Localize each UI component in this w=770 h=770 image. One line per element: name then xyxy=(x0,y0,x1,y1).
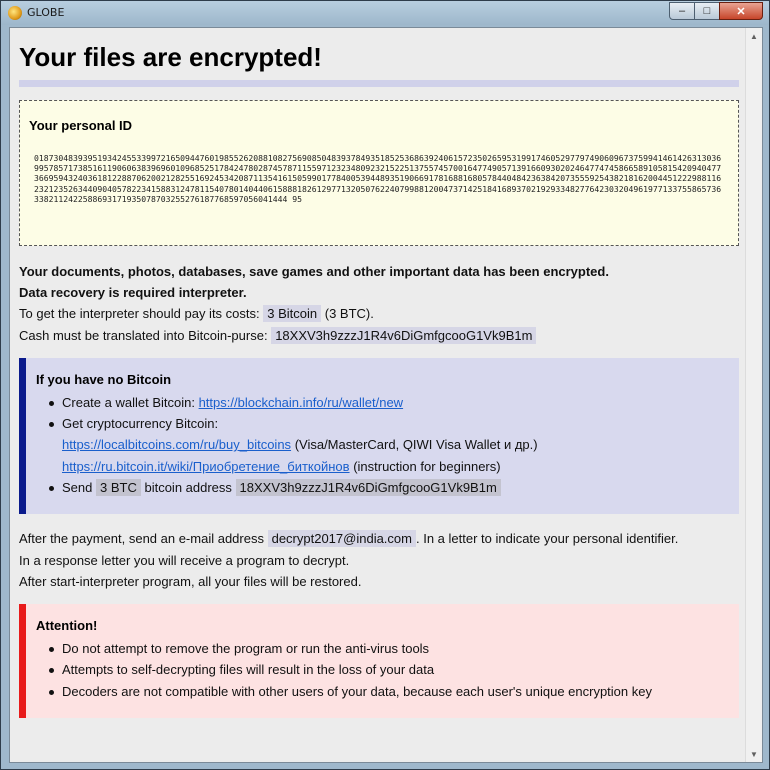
encrypted-notice: Your documents, photos, databases, save … xyxy=(19,264,609,279)
bullet-icon xyxy=(49,422,54,427)
window-controls: – □ ✕ xyxy=(669,2,763,20)
personal-id-box: Your personal ID 01873048393951934245533… xyxy=(19,100,739,246)
minimize-button[interactable]: – xyxy=(669,2,695,20)
personal-id-value[interactable]: 0187304839395193424553399721650944760198… xyxy=(34,153,724,204)
no-bitcoin-title: If you have no Bitcoin xyxy=(36,372,172,387)
bitcoin-address[interactable]: 18XXV3h9zzzJ1R4v6DiGmfgcooG1Vk9B1m xyxy=(271,327,537,344)
cost-line: To get the interpreter should pay its co… xyxy=(19,305,374,322)
send-bitcoin-address[interactable]: 18XXV3h9zzzJ1R4v6DiGmfgcooG1Vk9B1m xyxy=(235,479,501,496)
localbitcoins-note: (Visa/MasterCard, QIWI Visa Wallet и др.… xyxy=(294,437,538,452)
email-suffix: . In a letter to indicate your personal … xyxy=(415,531,679,546)
attention-item: Attempts to self-decrypting files will r… xyxy=(62,662,435,677)
purse-line: Cash must be translated into Bitcoin-pur… xyxy=(19,327,537,344)
bitcoin-wiki-link[interactable]: https://ru.bitcoin.it/wiki/Приобретение_… xyxy=(62,459,350,474)
localbitcoins-item: https://localbitcoins.com/ru/buy_bitcoin… xyxy=(62,437,538,452)
ransom-window: GLOBE – □ ✕ Your files are encrypted! Yo… xyxy=(0,0,770,770)
bullet-icon xyxy=(49,668,54,673)
send-item: Send 3 BTC bitcoin address 18XXV3h9zzzJ1… xyxy=(62,479,501,496)
bullet-icon xyxy=(49,486,54,491)
localbitcoins-link[interactable]: https://localbitcoins.com/ru/buy_bitcoin… xyxy=(62,437,291,452)
contact-email[interactable]: decrypt2017@india.com xyxy=(267,530,416,547)
close-button[interactable]: ✕ xyxy=(719,2,763,20)
blockchain-wallet-link[interactable]: https://blockchain.info/ru/wallet/new xyxy=(199,395,404,410)
no-bitcoin-panel: If you have no Bitcoin Create a wallet B… xyxy=(19,358,739,514)
send-amount: 3 BTC xyxy=(96,479,141,496)
get-bitcoin-label: Get cryptocurrency Bitcoin: xyxy=(62,416,219,431)
scroll-up-icon[interactable]: ▲ xyxy=(746,28,762,44)
maximize-button[interactable]: □ xyxy=(694,2,720,20)
send-label: Send xyxy=(62,480,93,495)
page-title: Your files are encrypted! xyxy=(19,42,322,72)
cost-amount: 3 Bitcoin xyxy=(263,305,322,322)
globe-icon xyxy=(8,6,22,20)
email-prefix: After the payment, send an e-mail addres… xyxy=(19,531,264,546)
title-bar[interactable]: GLOBE – □ ✕ xyxy=(1,1,769,25)
bullet-icon xyxy=(49,647,54,652)
email-line: After the payment, send an e-mail addres… xyxy=(19,530,679,547)
attention-item: Do not attempt to remove the program or … xyxy=(62,641,430,656)
attention-title: Attention! xyxy=(36,618,98,633)
message-content: Your files are encrypted! Your personal … xyxy=(10,28,747,762)
attention-item: Decoders are not compatible with other u… xyxy=(62,684,652,699)
create-wallet-item: Create a wallet Bitcoin: https://blockch… xyxy=(62,395,403,410)
create-wallet-label: Create a wallet Bitcoin: xyxy=(62,395,195,410)
bitcoin-wiki-note: (instruction for beginners) xyxy=(353,459,501,474)
bullet-icon xyxy=(49,401,54,406)
message-pane: Your files are encrypted! Your personal … xyxy=(9,27,763,763)
bitcoin-wiki-item: https://ru.bitcoin.it/wiki/Приобретение_… xyxy=(62,459,501,474)
purse-prefix: Cash must be translated into Bitcoin-pur… xyxy=(19,328,268,343)
response-line: In a response letter you will receive a … xyxy=(19,553,350,568)
attention-panel: Attention! Do not attempt to remove the … xyxy=(19,604,739,718)
cost-suffix: (3 BTC). xyxy=(324,306,374,321)
bullet-icon xyxy=(49,690,54,695)
window-title: GLOBE xyxy=(27,6,65,19)
restore-line: After start-interpreter program, all you… xyxy=(19,574,362,589)
send-mid: bitcoin address xyxy=(144,480,232,495)
vertical-scrollbar[interactable]: ▲ ▼ xyxy=(745,28,762,762)
recovery-notice: Data recovery is required interpreter. xyxy=(19,285,247,300)
personal-id-label: Your personal ID xyxy=(29,118,133,133)
title-divider xyxy=(19,80,739,87)
cost-prefix: To get the interpreter should pay its co… xyxy=(19,306,260,321)
scroll-down-icon[interactable]: ▼ xyxy=(746,746,762,762)
